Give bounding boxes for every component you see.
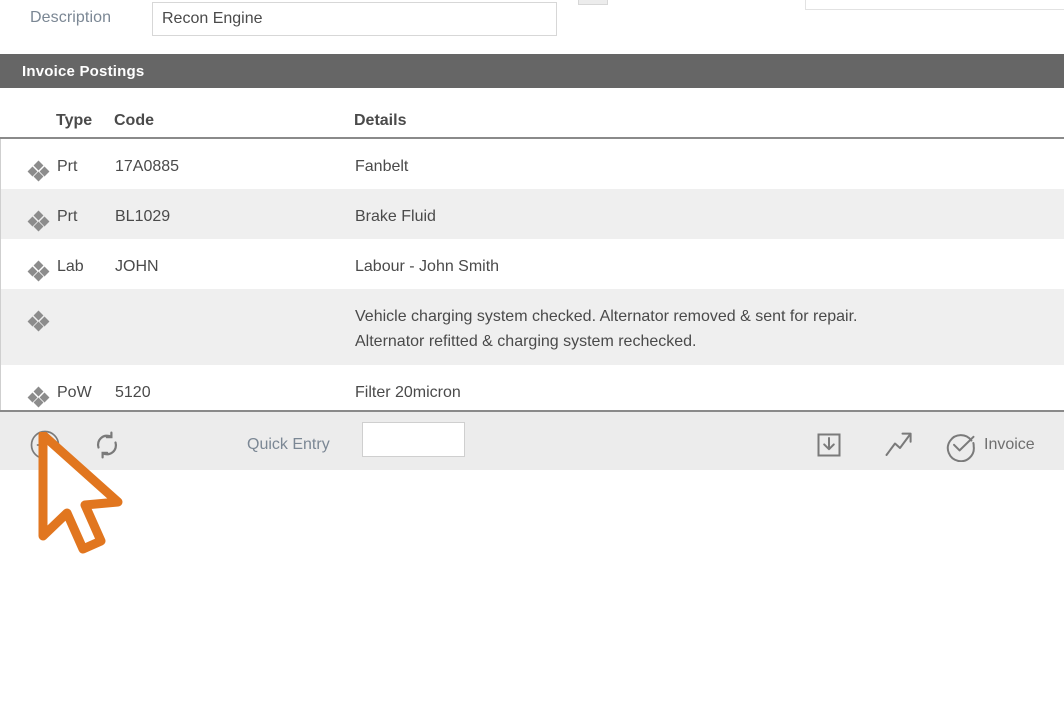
column-header-code[interactable]: Code [114,112,154,130]
cell-code: JOHN [115,258,159,275]
cell-details: Fanbelt [355,158,409,175]
grid-header-row: Type Code Details [0,88,1064,139]
quick-entry-label: Quick Entry [247,436,330,453]
description-label: Description [30,9,112,26]
move-handle-icon[interactable] [27,210,50,232]
cell-details: Labour - John Smith [355,258,500,275]
trending-up-icon[interactable] [882,428,916,462]
form-strip: Description [0,0,1064,45]
cell-code: BL1029 [115,208,171,225]
move-handle-icon[interactable] [27,160,50,182]
table-row[interactable]: Vehicle charging system checked. Alterna… [1,289,1064,365]
invoice-button-label[interactable]: Invoice [984,436,1035,454]
clipped-top-control[interactable] [578,0,608,5]
cell-details: Filter 20micron [355,384,461,401]
cell-type: PoW [57,384,92,401]
clipped-top-right-input[interactable] [805,0,1064,10]
cell-details: Brake Fluid [355,208,436,225]
cell-type: Prt [57,158,78,175]
description-input[interactable] [152,2,557,36]
cell-type: Lab [57,258,84,275]
invoice-postings-header: Invoice Postings [0,54,1064,88]
invoice-postings-grid: Type Code Details Prt 17A0885 Fanbelt Pr… [0,88,1064,417]
add-circle-icon[interactable] [28,428,62,462]
cell-code: 17A0885 [115,158,180,175]
table-row[interactable]: Prt BL1029 Brake Fluid [1,189,1064,239]
table-row[interactable]: PoW 5120 Filter 20micron [1,365,1064,415]
cell-details: Vehicle charging system checked. Alterna… [355,308,858,350]
column-header-type[interactable]: Type [56,112,92,130]
table-row[interactable]: Prt 17A0885 Fanbelt [1,139,1064,189]
cell-code: 5120 [115,384,151,401]
grid-body: Prt 17A0885 Fanbelt Prt BL1029 Brake Flu… [0,139,1064,417]
check-circle-icon[interactable] [944,428,978,463]
grid-toolbar: Quick Entry Invoice [0,410,1064,470]
column-header-details[interactable]: Details [354,112,406,130]
download-tray-icon[interactable] [812,428,846,462]
cell-type: Prt [57,208,78,225]
section-title: Invoice Postings [22,62,145,80]
move-handle-icon[interactable] [27,310,50,332]
table-row[interactable]: Lab JOHN Labour - John Smith [1,239,1064,289]
move-handle-icon[interactable] [27,260,50,282]
move-handle-icon[interactable] [27,386,50,408]
refresh-sync-icon[interactable] [90,428,124,462]
quick-entry-input[interactable] [362,422,465,457]
